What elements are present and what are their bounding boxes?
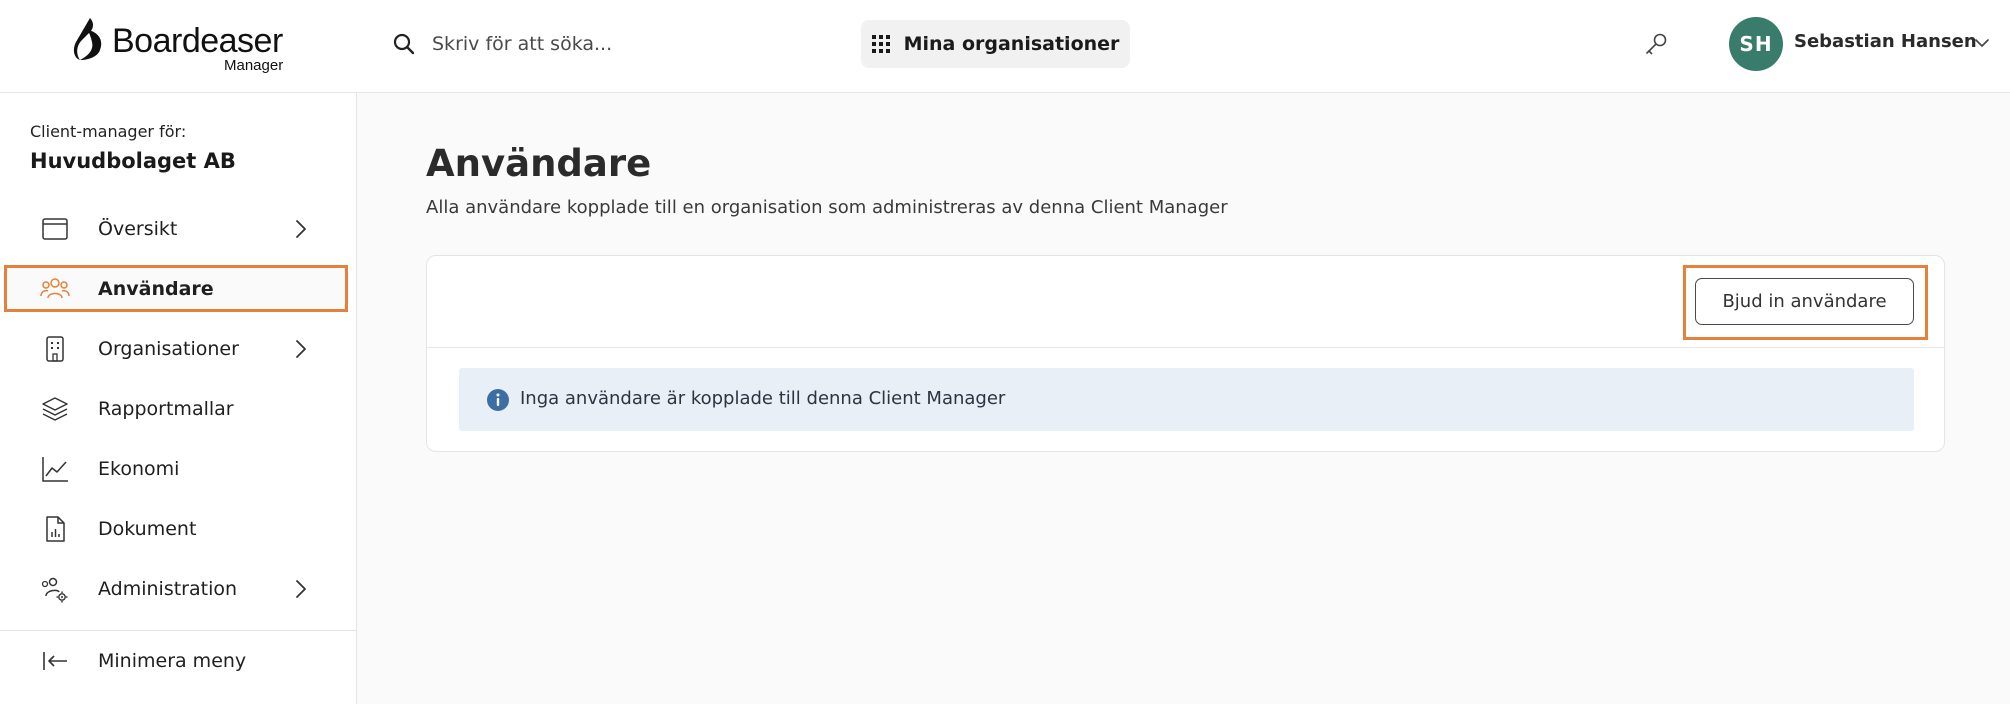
my-organisations-label: Mina organisationer [903, 33, 1120, 55]
sidebar-item-label: Användare [98, 277, 214, 300]
avatar[interactable]: SH [1729, 17, 1783, 71]
sidebar-item-organisationer[interactable]: Organisationer [0, 325, 357, 373]
boardeaser-logo-mark-icon [73, 18, 102, 60]
sidebar-item-label: Organisationer [98, 338, 239, 360]
minimize-menu-button[interactable]: Minimera meny [0, 637, 357, 685]
grid-icon [871, 35, 890, 53]
sidebar-item-ekonomi[interactable]: Ekonomi [0, 445, 357, 493]
logo-name: Boardeaser [112, 22, 283, 60]
chevron-right-icon [296, 220, 306, 238]
sidebar-item-dokument[interactable]: Dokument [0, 505, 357, 553]
chevron-right-icon [296, 580, 306, 598]
sidebar-item-rapportmallar[interactable]: Rapportmallar [0, 385, 357, 433]
top-bar: Boardeaser Manager Mina organisationer S… [0, 0, 2010, 93]
sidebar-item-anvandare[interactable]: Användare [4, 265, 348, 312]
sidebar-item-label: Rapportmallar [98, 398, 234, 420]
page-subtitle: Alla användare kopplade till en organisa… [426, 197, 1228, 218]
chevron-right-icon [296, 340, 306, 358]
user-name[interactable]: Sebastian Hansen [1794, 31, 1977, 52]
info-message-box: Inga användare är kopplade till denna Cl… [459, 368, 1914, 431]
minimize-menu-label: Minimera meny [98, 650, 247, 672]
page-title: Användare [426, 142, 652, 185]
sidebar-item-label: Ekonomi [98, 458, 180, 480]
building-icon [46, 336, 64, 362]
layers-icon [42, 397, 68, 421]
client-manager-org-name: Huvudbolaget AB [30, 149, 236, 173]
my-organisations-button[interactable]: Mina organisationer [861, 20, 1130, 68]
sidebar-item-oversikt[interactable]: Översikt [0, 205, 357, 253]
users-icon [40, 277, 70, 298]
sidebar-item-label: Administration [98, 578, 238, 600]
search-icon[interactable] [392, 32, 416, 56]
sidebar-item-administration[interactable]: Administration [0, 565, 357, 613]
sidebar-item-label: Dokument [98, 518, 197, 540]
invite-user-button[interactable]: Bjud in användare [1695, 278, 1914, 325]
card-divider [427, 347, 1944, 348]
chevron-down-icon[interactable] [1972, 33, 1992, 53]
line-chart-icon [42, 457, 68, 482]
info-icon [487, 389, 509, 411]
sidebar-divider [0, 630, 356, 631]
boardeaser-logo[interactable]: Boardeaser Manager [72, 14, 292, 74]
browser-window-icon [42, 218, 68, 240]
sidebar: Client-manager för: Huvudbolaget AB Över… [0, 93, 357, 704]
sidebar-item-label: Översikt [98, 218, 178, 240]
info-message-text: Inga användare är kopplade till denna Cl… [520, 388, 1006, 409]
users-card: Bjud in användare Inga användare är kopp… [426, 255, 1945, 452]
users-gear-icon [41, 577, 68, 603]
avatar-initials: SH [1739, 32, 1773, 56]
logo-subtitle: Manager [224, 57, 284, 74]
key-icon[interactable] [1643, 31, 1669, 57]
client-manager-label: Client-manager för: [30, 122, 187, 141]
search-input[interactable] [432, 24, 812, 64]
document-chart-icon [46, 516, 65, 542]
collapse-left-icon [43, 652, 67, 670]
